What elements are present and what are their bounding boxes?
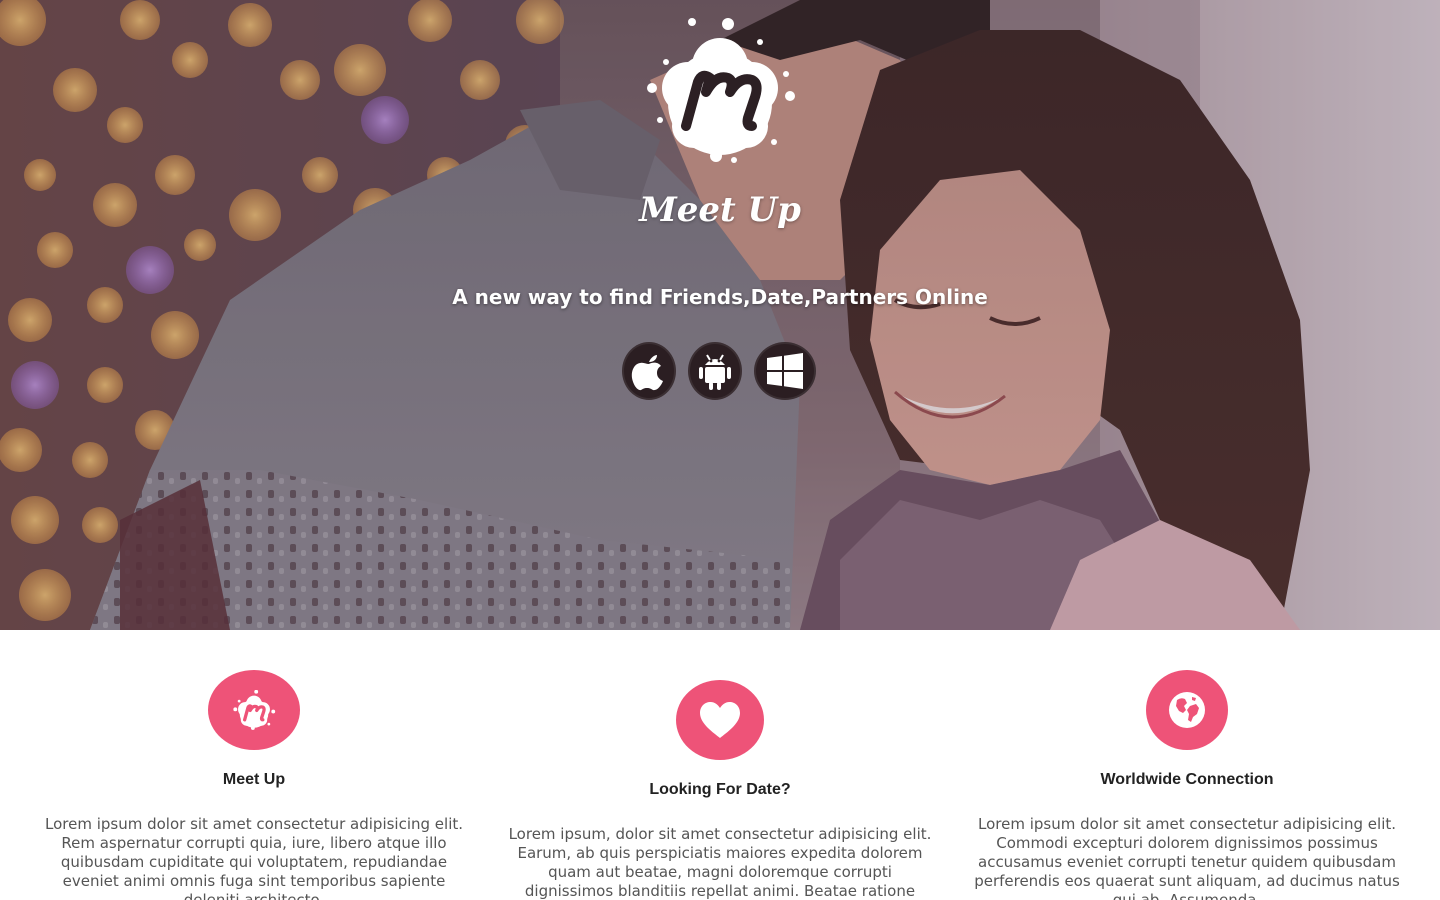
app-store-buttons bbox=[622, 342, 816, 402]
feature-description: Lorem ipsum, dolor sit amet consectetur … bbox=[508, 825, 932, 900]
meetup-logo-icon bbox=[647, 18, 795, 163]
feature-worldwide: Worldwide Connection Lorem ipsum dolor s… bbox=[972, 630, 1402, 900]
apple-icon bbox=[631, 355, 663, 391]
android-store-button[interactable] bbox=[688, 342, 742, 400]
meetup-logo-icon bbox=[233, 690, 276, 730]
hero-section: Meet Up A new way to find Friends,Date,P… bbox=[0, 0, 1440, 630]
globe-icon bbox=[1169, 692, 1205, 728]
feature-dating-badge bbox=[676, 680, 764, 760]
feature-title: Meet Up bbox=[222, 771, 286, 788]
windows-store-button[interactable] bbox=[754, 342, 816, 400]
windows-icon bbox=[767, 353, 803, 389]
feature-meetup-badge bbox=[208, 670, 300, 750]
feature-title: Worldwide Connection bbox=[1100, 771, 1274, 788]
heart-icon bbox=[700, 702, 740, 738]
feature-description: Lorem ipsum dolor sit amet consectetur a… bbox=[44, 815, 464, 900]
feature-worldwide-badge bbox=[1146, 670, 1228, 750]
android-icon bbox=[699, 354, 731, 390]
brand-title: Meet Up bbox=[639, 190, 801, 230]
feature-meetup: Meet Up Lorem ipsum dolor sit amet conse… bbox=[39, 630, 469, 900]
feature-title: Looking For Date? bbox=[649, 781, 791, 798]
hero-tagline: A new way to find Friends,Date,Partners … bbox=[452, 285, 988, 309]
feature-dating: Looking For Date? Lorem ipsum, dolor sit… bbox=[505, 630, 935, 900]
features-section: Meet Up Lorem ipsum dolor sit amet conse… bbox=[0, 630, 1440, 900]
apple-store-button[interactable] bbox=[622, 342, 676, 400]
feature-description: Lorem ipsum dolor sit amet consectetur a… bbox=[974, 815, 1400, 900]
